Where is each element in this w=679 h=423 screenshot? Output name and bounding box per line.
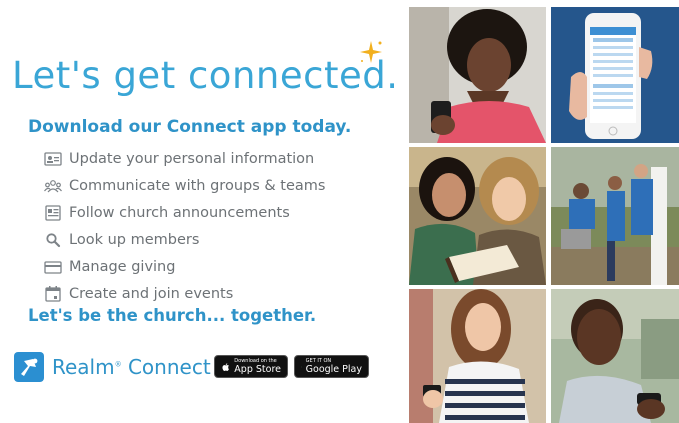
feature-item: Follow church announcements (44, 199, 325, 226)
calendar-icon (45, 285, 61, 302)
photo-volunteers-outdoors (551, 147, 679, 285)
id-card-icon (44, 151, 62, 166)
feature-item: Manage giving (44, 253, 325, 280)
photo-women-bible (409, 147, 546, 285)
group-icon (44, 179, 62, 192)
tagline: Let's be the church... together. (28, 306, 317, 325)
search-icon (46, 232, 61, 247)
feature-item: Communicate with groups & teams (44, 172, 325, 199)
photo-phone-app (551, 7, 679, 143)
announcement-icon (45, 204, 61, 221)
sparkle-icon (360, 41, 382, 63)
brand-name: Realm® Connect (52, 355, 211, 379)
photo-woman-phone (409, 7, 546, 143)
app-store-badge[interactable]: Download on the App Store (214, 355, 288, 378)
photo-woman-striped-shirt (409, 289, 546, 423)
google-play-icon (301, 366, 302, 367)
feature-label: Update your personal information (69, 150, 315, 167)
feature-list: Update your personal information Communi… (44, 145, 325, 307)
credit-card-icon (44, 260, 62, 274)
google-play-label: Google Play (305, 364, 362, 375)
download-subhead: Download our Connect app today. (28, 117, 352, 137)
realm-logo-icon (14, 352, 44, 382)
feature-item: Look up members (44, 226, 325, 253)
feature-item: Create and join events (44, 280, 325, 307)
feature-label: Communicate with groups & teams (69, 177, 326, 194)
feature-label: Manage giving (69, 258, 176, 275)
feature-item: Update your personal information (44, 145, 325, 172)
feature-label: Follow church announcements (69, 204, 290, 221)
google-play-badge[interactable]: GET IT ON Google Play (294, 355, 369, 378)
feature-label: Look up members (69, 231, 200, 248)
headline: Let's get connected. (12, 54, 399, 97)
feature-label: Create and join events (69, 285, 234, 302)
apple-icon (222, 362, 229, 371)
photo-man-phone (551, 289, 679, 423)
realm-connect-brand: Realm® Connect (14, 352, 211, 382)
app-store-label: App Store (234, 364, 281, 375)
